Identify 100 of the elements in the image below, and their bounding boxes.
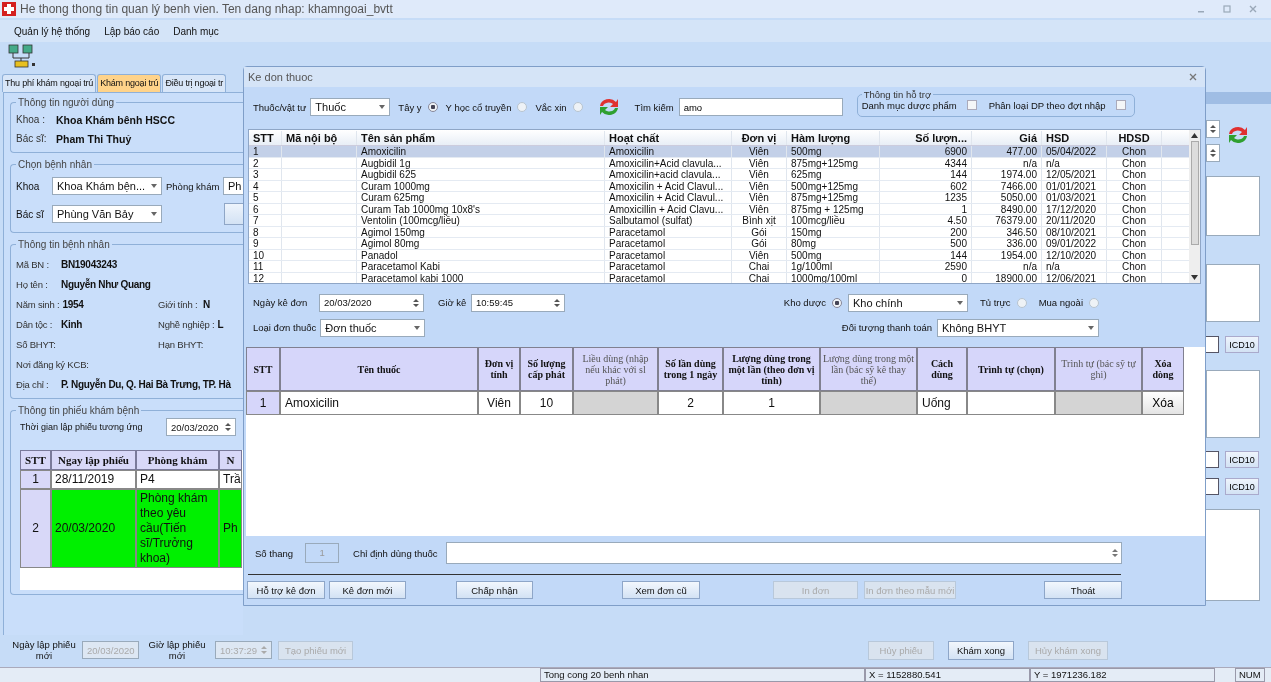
icd10-button[interactable]: ICD10 <box>1225 451 1259 468</box>
warehouse-dropdown[interactable]: Kho chính <box>848 293 968 312</box>
input-field[interactable] <box>1206 451 1219 468</box>
text-area[interactable] <box>1206 176 1260 236</box>
table-cell: 10 <box>249 249 282 260</box>
column-header[interactable]: Số lượn... <box>880 130 972 145</box>
radio-button[interactable] <box>572 102 583 112</box>
table-row[interactable]: 4 Curam 1000mg Amoxicilin + Acid Clavul... Viên 500mg+125mg 602 7466.00 01/01/2021 Chon <box>249 180 1189 192</box>
action-button[interactable]: Thoát <box>1044 581 1122 599</box>
instructions-field[interactable] <box>445 542 1122 564</box>
doctor-dropdown[interactable]: Phùng Văn Bảy <box>52 205 162 223</box>
date-field[interactable]: 20/03/2020 <box>319 293 424 312</box>
table-row[interactable]: 11 Paracetamol Kabi Paracetamol Chai 1g/100ml 2590 n/a n/a Chon <box>249 261 1189 273</box>
table-cell[interactable]: 1 <box>723 391 820 415</box>
checkbox[interactable] <box>1115 100 1126 110</box>
table-cell[interactable]: Uống <box>917 391 967 415</box>
tab[interactable]: Khám ngoại trú <box>97 74 162 92</box>
down-arrow-icon[interactable] <box>1191 275 1198 280</box>
column-header[interactable]: HSD <box>1042 130 1107 145</box>
close-icon[interactable] <box>1249 5 1257 13</box>
column-header[interactable]: Hoạt chất <box>605 130 732 145</box>
table-cell[interactable]: Viên <box>478 391 520 415</box>
table-row[interactable]: 5 Curam 625mg Amoxicilin + Acid Clavul... Viên 875mg+125mg 1235 5050.00 01/03/2021 Chon <box>249 192 1189 204</box>
table-row[interactable]: 9 Agimol 80mg Paracetamol Gói 80mg 500 336.00 09/01/2022 Chon <box>249 238 1189 250</box>
table-cell[interactable]: 2 <box>658 391 723 415</box>
table-cell: Amoxicilin+acid clavula... <box>605 169 732 180</box>
department-dropdown[interactable]: Khoa Khám bện... <box>52 177 162 195</box>
column-header: Cách dùng <box>917 347 967 391</box>
action-button[interactable]: Hỗ trợ kê đơn <box>247 581 325 599</box>
refresh-icon[interactable] <box>1226 124 1250 146</box>
action-button[interactable]: Chấp nhận <box>456 581 533 599</box>
radio-label: Y học cổ truyền <box>445 101 512 113</box>
table-row[interactable]: 2 20/03/2020 Phòng khám theo yêu cầu(Tiến sĩ/Trưởng khoa) Ph <box>20 489 243 568</box>
tab[interactable]: Thu phí khám ngoại trú <box>2 74 97 92</box>
table-row[interactable]: 1 Amoxicilin Amoxicilin Viên 500mg 6900 477.00 05/04/2022 Chon <box>249 146 1189 158</box>
field-value: N <box>203 298 210 310</box>
column-header[interactable]: HDSD <box>1107 130 1162 145</box>
table-cell[interactable]: Amoxicilin <box>280 391 478 415</box>
clinic-dropdown[interactable]: Ph <box>223 177 243 195</box>
radio-button[interactable] <box>1089 297 1099 308</box>
action-button[interactable]: Xem đơn cũ <box>622 581 700 599</box>
input-field[interactable] <box>1206 336 1219 353</box>
date-field[interactable]: 20/03/2020 <box>166 418 236 436</box>
icd10-button[interactable]: ICD10 <box>1225 336 1259 353</box>
search-field[interactable]: amo <box>678 98 843 116</box>
spin-icon <box>225 422 231 432</box>
action-button[interactable]: Kê đơn mới <box>329 581 406 599</box>
column-header: Trình tự (chọn) <box>967 347 1055 391</box>
action-button[interactable]: Khám xong <box>948 640 1014 660</box>
button[interactable] <box>224 203 243 225</box>
spin-field[interactable] <box>1206 144 1220 162</box>
radio-button[interactable] <box>517 102 528 112</box>
table-row[interactable]: 2 Augbidil 1g Amoxicilin+Acid clavula... Viên 875mg+125mg 4344 n/a n/a Chon <box>249 157 1189 169</box>
table-cell[interactable] <box>967 391 1055 415</box>
table-cell: Paracetamol kabi 1000 <box>357 272 605 283</box>
spin-field[interactable] <box>1206 120 1220 138</box>
close-icon[interactable] <box>1189 73 1197 81</box>
column-header[interactable]: Mã nội bộ <box>282 130 357 145</box>
table-cell: 875mg+125mg <box>787 157 880 168</box>
field-label: Năm sinh : <box>16 298 60 310</box>
time-field[interactable]: 10:59:45 <box>471 293 565 312</box>
column-header[interactable]: STT <box>249 130 282 145</box>
up-arrow-icon[interactable] <box>1191 133 1198 138</box>
table-row[interactable]: 10 Panadol Paracetamol Viên 500mg 144 1954.00 12/10/2020 Chon <box>249 249 1189 261</box>
scrollbar[interactable] <box>1189 130 1200 283</box>
table-row[interactable]: 3 Augbidil 625 Amoxicilin+acid clavula... Viên 625mg 144 1974.00 12/05/2021 Chon <box>249 169 1189 181</box>
table-cell: 28/11/2019 <box>51 470 136 489</box>
input-field[interactable] <box>1206 478 1219 495</box>
table-cell[interactable]: 10 <box>520 391 573 415</box>
app-icon <box>2 2 16 16</box>
tab[interactable]: Điều trị ngoại tr <box>162 74 227 92</box>
table-row[interactable]: 1 28/11/2019 P4 Trầ <box>20 470 243 489</box>
column-header[interactable]: Hàm lượng <box>787 130 880 145</box>
menu-item[interactable]: Lập báo cáo <box>104 25 160 37</box>
table-cell: 20/11/2020 <box>1042 215 1107 226</box>
table-row[interactable]: 6 Curam Tab 1000mg 10x8's Amoxicillin + Acid Clavu... Viên 875mg + 125mg 1 8490.00 17/12/2020 Chon <box>249 203 1189 215</box>
radio-button[interactable] <box>832 297 842 308</box>
table-cell[interactable] <box>1055 391 1142 415</box>
text-area[interactable] <box>1206 264 1260 322</box>
prescription-type-dropdown[interactable]: Đơn thuốc <box>320 318 426 337</box>
menu-item[interactable]: Danh mục <box>173 25 219 37</box>
column-header[interactable]: Tên sản phẩm <box>357 130 605 145</box>
radio-button[interactable] <box>1016 297 1027 308</box>
radio-button[interactable] <box>427 102 438 112</box>
table-cell: 01/01/2021 <box>1042 180 1107 191</box>
text-area[interactable] <box>1206 370 1260 438</box>
table-cell[interactable] <box>820 391 917 415</box>
table-row[interactable]: 8 Agimol 150mg Paracetamol Gói 150mg 200 346.50 08/10/2021 Chon <box>249 226 1189 238</box>
maximize-icon[interactable] <box>1223 5 1231 13</box>
checkbox[interactable] <box>966 100 977 110</box>
computers-icon[interactable] <box>6 43 36 69</box>
table-cell[interactable] <box>573 391 658 415</box>
icd10-button[interactable]: ICD10 <box>1225 478 1259 495</box>
column-header[interactable]: Đơn vị <box>732 130 787 145</box>
payer-dropdown[interactable]: Không BHYT <box>937 318 1099 337</box>
type-dropdown[interactable]: Thuốc <box>310 98 391 116</box>
menu-item[interactable]: Quản lý hệ thống <box>14 25 91 37</box>
table-row[interactable]: 7 Ventolin (100mcg/liều) Salbutamol (sulfat) Bình xịt 100mcg/liều 4.50 76379.00 20/11/2020 Chon <box>249 215 1189 227</box>
delete-button[interactable]: Xóa <box>1142 391 1184 415</box>
column-header[interactable]: Giá <box>972 130 1042 145</box>
